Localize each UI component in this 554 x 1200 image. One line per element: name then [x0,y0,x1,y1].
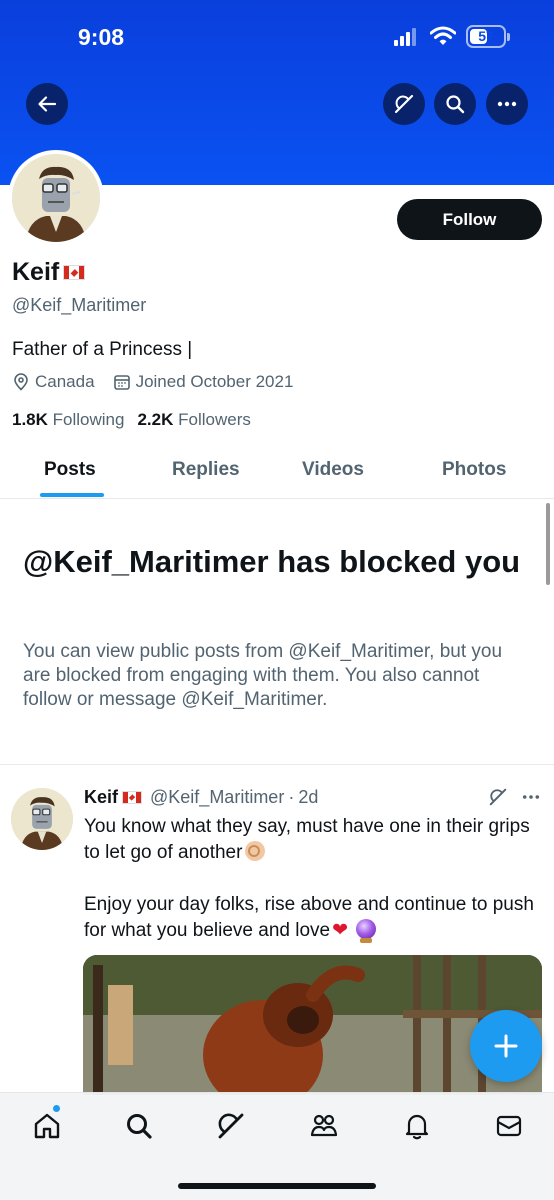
blocked-message: You can view public posts from @Keif_Mar… [23,641,503,710]
more-button[interactable] [486,83,528,125]
mail-icon[interactable] [494,1111,524,1141]
avatar-image [12,154,100,242]
search-button[interactable] [434,83,476,125]
canada-flag-icon [63,265,86,280]
communities-icon[interactable] [309,1111,339,1141]
tab-videos[interactable]: Videos [302,459,364,481]
display-name: Keif [12,258,60,286]
follow-button[interactable]: Follow [397,199,542,240]
post-separator: · [288,787,295,807]
ok-hand-emoji-icon [245,841,266,861]
compose-button[interactable] [470,1010,542,1082]
bell-icon[interactable] [402,1111,432,1141]
cellular-signal-icon [394,28,420,46]
following-link[interactable]: 1.8K Following [12,410,124,430]
search-icon[interactable] [124,1111,154,1141]
post-author-name[interactable]: Keif [84,787,118,808]
tab-photos[interactable]: Photos [442,459,506,481]
tab-replies[interactable]: Replies [172,459,240,481]
post-media-image [83,955,542,1095]
canada-flag-icon [122,791,143,804]
post-text-line2: Enjoy your day folks, rise above and con… [84,894,534,941]
battery-level: 57 [478,28,494,44]
avatar-image [11,788,73,850]
heart-emoji-icon: ❤ [332,920,349,941]
status-bar: 9:08 57 [0,0,554,70]
notification-dot [53,1105,60,1112]
more-icon [497,101,517,107]
followers-link[interactable]: 2.2K Followers [137,410,250,430]
following-label: Following [52,410,125,429]
post-media[interactable] [83,955,542,1095]
post-author-avatar[interactable] [11,788,73,850]
grok-icon[interactable] [216,1111,246,1141]
active-tab-indicator [40,493,104,497]
joined-text: Joined October 2021 [135,372,294,391]
follow-counts: 1.8K Following 2.2K Followers [12,410,251,430]
home-indicator [178,1183,376,1189]
calendar-icon [113,375,130,390]
crystal-ball-emoji-icon [356,919,377,943]
profile-meta: Canada Joined October 2021 [12,372,311,392]
profile-name-row: Keif [12,258,86,287]
post-time[interactable]: 2d [298,787,318,808]
search-icon [446,95,465,114]
grok-icon[interactable] [488,787,508,807]
arrow-left-icon [38,96,57,112]
tab-posts[interactable]: Posts [44,459,96,481]
post-body: You know what they say, must have one in… [84,814,534,970]
battery-icon: 57 [466,25,510,48]
more-icon[interactable] [522,794,540,800]
back-button[interactable] [26,83,68,125]
post-text-line1: You know what they say, must have one in… [84,816,530,863]
wifi-icon [430,26,456,45]
post-actions-top [488,787,540,807]
plus-icon [494,1034,518,1058]
profile-handle: @Keif_Maritimer [12,295,147,315]
followers-count: 2.2K [137,410,174,429]
profile-avatar[interactable] [8,150,104,246]
home-icon[interactable] [32,1111,62,1141]
joined-date: Joined October 2021 [113,372,294,392]
profile-bio: Father of a Princess | [12,339,193,360]
post-author-handle[interactable]: @Keif_Maritimer [150,787,284,808]
location-pin-icon [14,373,28,391]
location-text: Canada [35,372,95,391]
grok-button[interactable] [383,83,425,125]
followers-label: Followers [178,410,251,429]
status-time: 9:08 [78,24,125,50]
scrollbar[interactable] [546,503,550,585]
post-header: Keif @Keif_Maritimer · 2d [84,787,318,808]
location: Canada [12,372,95,392]
divider [0,764,554,765]
grok-icon [394,94,414,114]
following-count: 1.8K [12,410,48,429]
profile-tabs: Posts Replies Videos Photos [0,448,554,499]
blocked-title: @Keif_Maritimer has blocked you [23,544,521,579]
